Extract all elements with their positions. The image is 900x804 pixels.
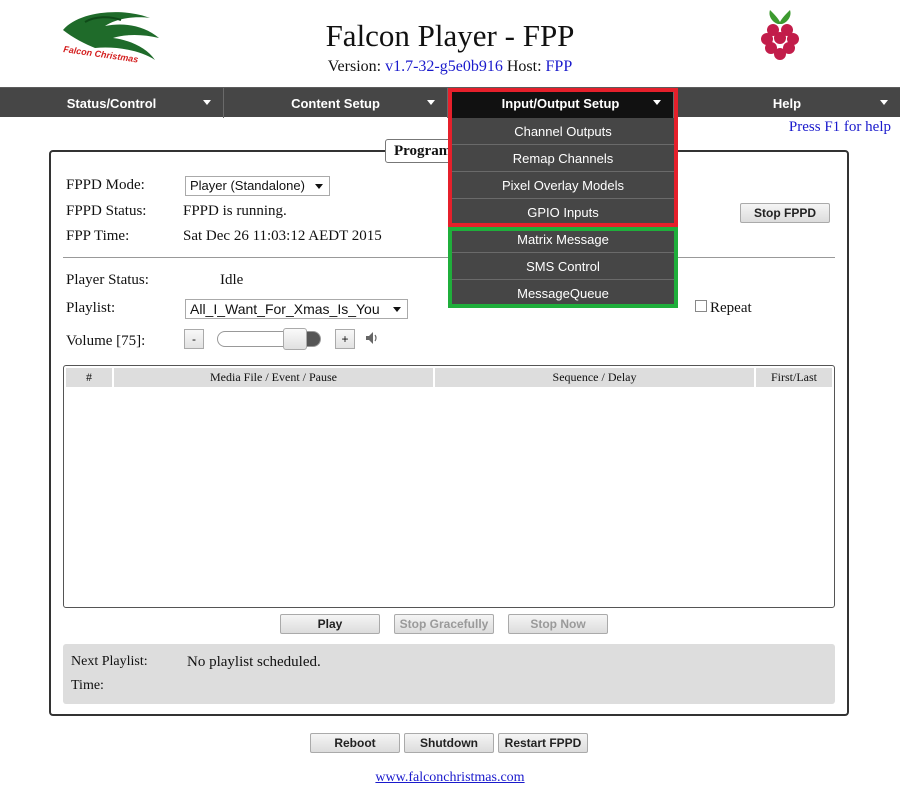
stop-now-button[interactable]: Stop Now — [508, 614, 608, 634]
menu-item-channel-outputs[interactable]: Channel Outputs — [452, 118, 674, 145]
column-header: Media File / Event / Pause — [114, 368, 435, 387]
host-label: Host: — [506, 58, 542, 75]
raspberry-pi-logo — [761, 10, 799, 60]
fpp-time-label: FPP Time: — [66, 228, 130, 244]
fppd-status-label: FPPD Status: — [66, 203, 147, 219]
menu-item-matrix-message[interactable]: Matrix Message — [452, 226, 674, 253]
nav-status-control[interactable]: Status/Control — [0, 88, 224, 118]
player-status-label: Player Status: — [66, 272, 149, 288]
input-output-dropdown: Channel Outputs Remap Channels Pixel Ove… — [452, 118, 674, 307]
version-label: Version: — [327, 58, 382, 75]
help-hint: Press F1 for help — [788, 119, 891, 135]
next-playlist-label: Next Playlist: — [71, 654, 148, 669]
nav-help-label: Help — [772, 95, 802, 111]
footer-website-link[interactable]: www.falconchristmas.com — [0, 770, 900, 786]
stop-fppd-button[interactable]: Stop FPPD — [740, 203, 830, 223]
chevron-down-icon — [427, 100, 435, 105]
playlist-label: Playlist: — [66, 300, 116, 316]
playlist-table: # Media File / Event / Pause Sequence / … — [63, 365, 835, 608]
version-link[interactable]: v1.7-32-g5e0b916 — [385, 58, 503, 75]
play-button[interactable]: Play — [280, 614, 380, 634]
player-status-value: Idle — [220, 272, 244, 288]
menu-item-gpio-inputs[interactable]: GPIO Inputs — [452, 199, 674, 226]
reboot-button[interactable]: Reboot — [310, 733, 400, 753]
column-header: # — [66, 368, 114, 387]
header: Falcon Christmas Falcon Player - FPP Ver… — [0, 0, 900, 88]
table-header: # Media File / Event / Pause Sequence / … — [66, 368, 832, 387]
playlist-select[interactable]: All_I_Want_For_Xmas_Is_You — [185, 299, 408, 319]
next-playlist-value: No playlist scheduled. — [187, 654, 321, 670]
main-nav: Status/Control Content Setup Input/Outpu… — [0, 87, 900, 118]
playlist-value: All_I_Want_For_Xmas_Is_You — [190, 301, 380, 317]
menu-item-messagequeue[interactable]: MessageQueue — [452, 280, 674, 307]
chevron-down-icon — [203, 100, 211, 105]
menu-item-sms-control[interactable]: SMS Control — [452, 253, 674, 280]
chevron-down-icon — [393, 307, 401, 312]
repeat-label: Repeat — [710, 300, 752, 316]
chevron-down-icon — [315, 184, 323, 189]
fppd-mode-label: FPPD Mode: — [66, 177, 145, 193]
volume-slider-handle[interactable] — [283, 328, 307, 350]
fppd-mode-value: Player (Standalone) — [190, 178, 305, 193]
nav-content-setup[interactable]: Content Setup — [224, 88, 448, 118]
panel-legend: Program — [385, 139, 461, 163]
stop-gracefully-button[interactable]: Stop Gracefully — [394, 614, 494, 634]
host-link[interactable]: FPP — [546, 58, 573, 75]
divider — [63, 257, 835, 258]
chevron-down-icon — [653, 100, 661, 105]
volume-up-button[interactable]: + — [335, 329, 355, 349]
column-header: Sequence / Delay — [435, 368, 756, 387]
column-header: First/Last — [770, 370, 817, 384]
menu-item-pixel-overlay-models[interactable]: Pixel Overlay Models — [452, 172, 674, 199]
restart-fppd-button[interactable]: Restart FPPD — [498, 733, 588, 753]
fppd-status-value: FPPD is running. — [183, 203, 287, 219]
nav-content-setup-label: Content Setup — [291, 95, 380, 111]
repeat-checkbox[interactable] — [695, 300, 707, 312]
menu-item-remap-channels[interactable]: Remap Channels — [452, 145, 674, 172]
nav-status-control-label: Status/Control — [66, 95, 157, 111]
next-time-label: Time: — [71, 678, 104, 693]
volume-down-button[interactable]: - — [184, 329, 204, 349]
fpp-time-value: Sat Dec 26 11:03:12 AEDT 2015 — [183, 228, 382, 244]
fppd-mode-select[interactable]: Player (Standalone) — [185, 176, 330, 196]
chevron-down-icon — [880, 100, 888, 105]
nav-input-output-setup-label: Input/Output Setup — [501, 95, 620, 111]
shutdown-button[interactable]: Shutdown — [404, 733, 494, 753]
nav-help[interactable]: Help — [674, 88, 900, 118]
speaker-icon — [366, 332, 377, 344]
volume-label: Volume [75]: — [66, 333, 146, 349]
nav-input-output-setup[interactable]: Input/Output Setup — [448, 88, 674, 118]
next-playlist-box — [63, 644, 835, 704]
